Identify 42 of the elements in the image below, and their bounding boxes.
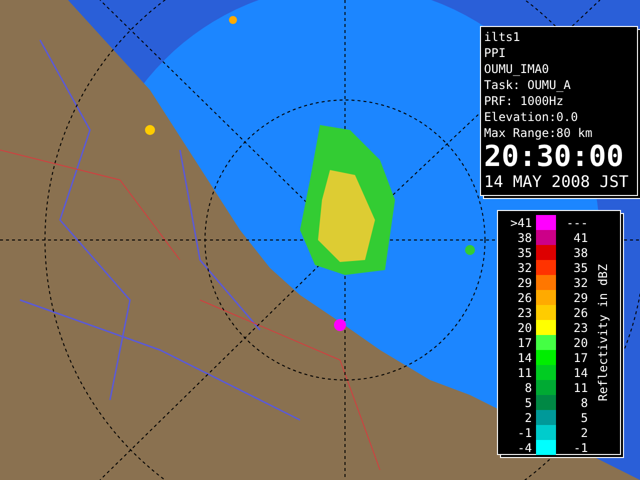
legend-label: 20 [572, 336, 588, 350]
legend-label: 32 [516, 260, 532, 274]
legend-label: 23 [572, 320, 588, 334]
legend-label: 26 [516, 290, 532, 304]
legend-label: 26 [572, 306, 588, 320]
legend-title: Reflectivity in dBZ [596, 264, 610, 402]
legend-label: --- [565, 216, 588, 230]
legend-label: 5 [524, 396, 532, 410]
info-text: ilts1 [484, 29, 522, 45]
info-text: PRF: 1000Hz [484, 93, 564, 109]
date-text: 14 MAY 2008 JST [484, 171, 630, 193]
legend-label: -4 [516, 440, 532, 454]
legend-label: 35 [516, 246, 532, 260]
legend-label: 29 [516, 276, 532, 290]
legend-label: 2 [524, 410, 532, 424]
legend-label: 20 [516, 320, 532, 334]
legend-label: 8 [580, 396, 588, 410]
legend-label: -1 [572, 440, 588, 454]
legend-label: 17 [572, 350, 588, 364]
legend-label: 32 [572, 276, 588, 290]
legend-label: 41 [572, 230, 588, 244]
legend-label: 38 [572, 246, 588, 260]
legend-label: >41 [509, 216, 532, 230]
info-text: Task: OUMU_A [484, 77, 572, 93]
legend-label: 8 [524, 380, 532, 394]
legend-label: 17 [516, 336, 532, 350]
legend-label: 5 [580, 410, 588, 424]
legend-label: 11 [572, 380, 588, 394]
legend-label: -1 [516, 426, 532, 440]
info-text: OUMU_IMA0 [484, 61, 550, 77]
legend-label: 29 [572, 290, 588, 304]
info-text: Max Range:80 km [484, 125, 594, 141]
info-text: PPI [484, 45, 507, 61]
legend-label: 11 [516, 366, 532, 380]
legend-label: 2 [580, 426, 588, 440]
legend-label: 23 [516, 306, 532, 320]
info-text: Elevation:0.0 [484, 109, 579, 125]
time-text: 20:30:00 [484, 141, 625, 171]
legend-label: 35 [572, 260, 588, 274]
legend-label: 14 [516, 350, 532, 364]
legend-label: 38 [516, 230, 532, 244]
legend-label: 14 [572, 366, 588, 380]
